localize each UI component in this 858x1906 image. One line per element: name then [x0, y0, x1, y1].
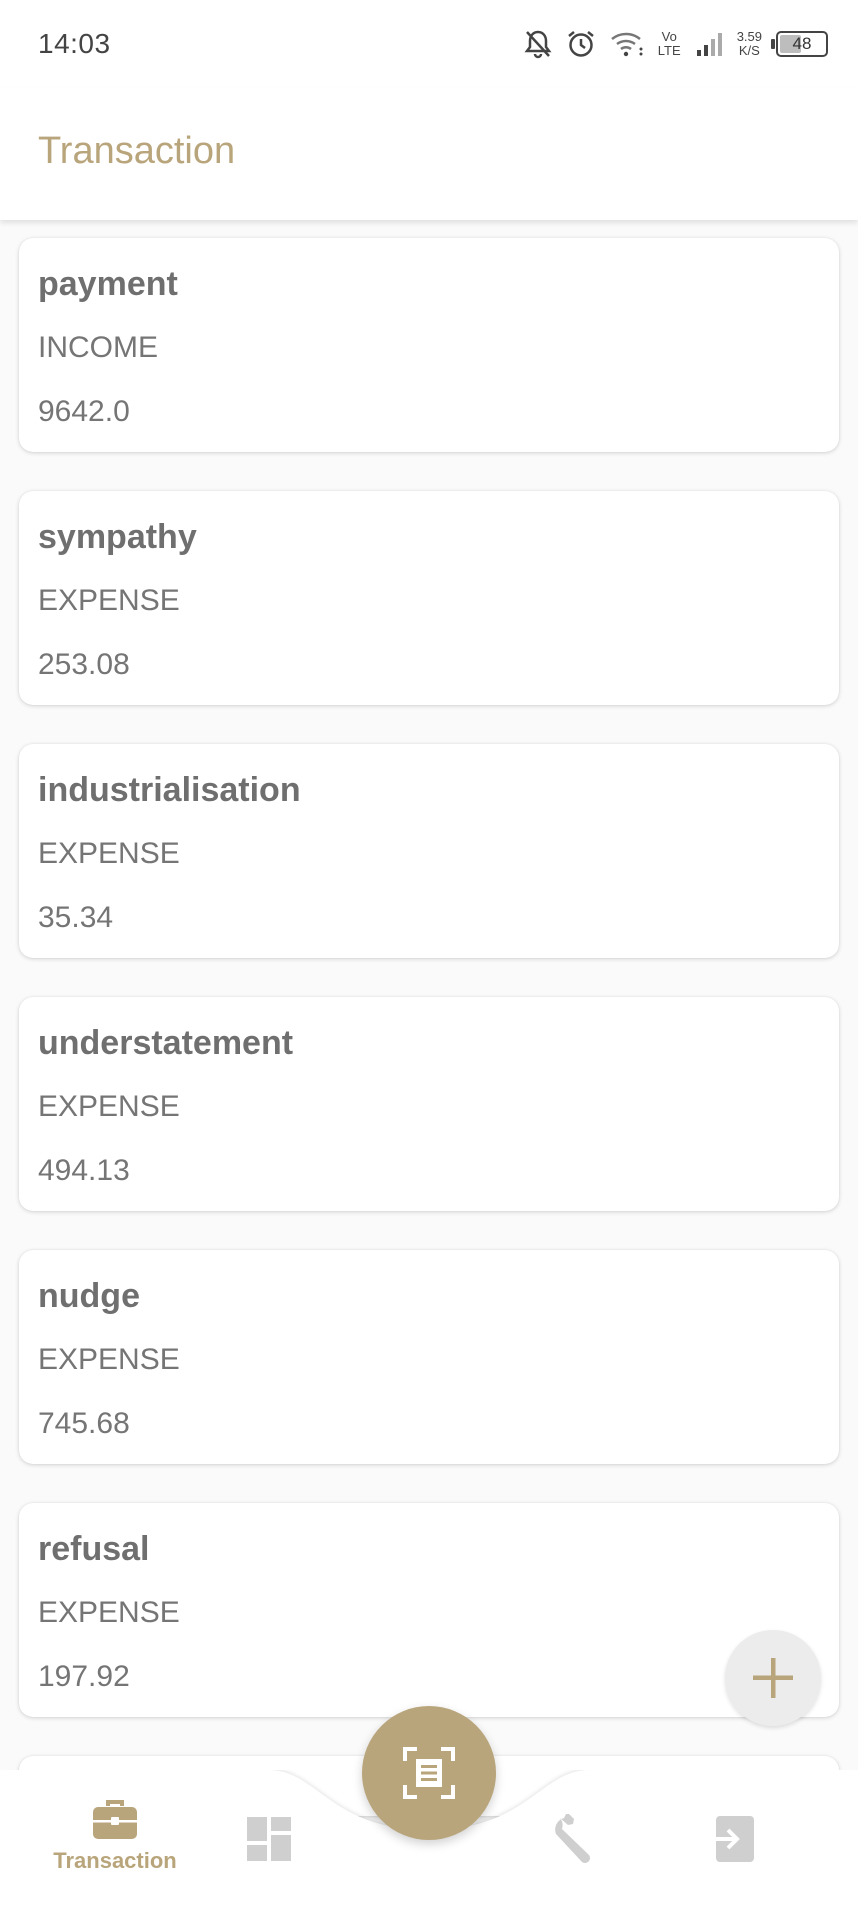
transaction-title: understatement [38, 1024, 294, 1062]
status-icons: Vo LTE 3.59 K/S 48 [524, 24, 828, 64]
nav-item-tools[interactable] [550, 1814, 606, 1868]
transaction-amount: 197.92 [38, 1660, 130, 1693]
volte-indicator: Vo LTE [658, 30, 681, 58]
signal-icon [696, 33, 722, 56]
scan-button[interactable] [362, 1706, 496, 1840]
volte-bottom: LTE [657, 43, 681, 58]
nav-item-logout[interactable] [712, 1814, 756, 1864]
transaction-list[interactable]: payment INCOME 9642.0 sympathy EXPENSE 2… [19, 238, 839, 1855]
transaction-amount: 35.34 [38, 901, 114, 934]
plus-icon [753, 1658, 793, 1698]
app-bar: Transaction [0, 88, 858, 220]
status-time: 14:03 [38, 28, 111, 59]
transaction-type: EXPENSE [38, 1090, 180, 1123]
transaction-amount: 9642.0 [38, 395, 130, 428]
page-title: Transaction [38, 130, 236, 172]
transaction-title: industrialisation [38, 771, 301, 809]
briefcase-icon [93, 1800, 137, 1839]
logout-icon [714, 1816, 754, 1862]
transaction-amount: 494.13 [38, 1154, 130, 1187]
alarm-icon [568, 31, 594, 57]
transaction-card[interactable]: understatement EXPENSE 494.13 [19, 997, 839, 1211]
nav-item-dashboard[interactable] [246, 1816, 292, 1862]
scan-document-icon [403, 1747, 455, 1799]
transaction-type: EXPENSE [38, 837, 180, 870]
transaction-amount: 253.08 [38, 648, 130, 681]
transaction-title: payment [38, 265, 178, 303]
network-speed-unit: K/S [738, 43, 760, 58]
transaction-card[interactable]: nudge EXPENSE 745.68 [19, 1250, 839, 1464]
wifi-icon [611, 32, 643, 57]
transaction-title: nudge [38, 1277, 140, 1315]
nav-label-transaction: Transaction [53, 1848, 177, 1873]
status-bar: 14:03 Vo LTE 3.59 K/S 48 [0, 0, 858, 88]
volte-top: Vo [661, 29, 677, 44]
network-speed-value: 3.59 [736, 29, 762, 44]
transaction-card[interactable]: sympathy EXPENSE 253.08 [19, 491, 839, 705]
bell-off-icon [524, 30, 552, 59]
screen: 14:03 Vo LTE 3.59 K/S 48 Transaction pay… [0, 0, 858, 1906]
battery-icon: 48 [771, 31, 828, 57]
transaction-card[interactable]: refusal EXPENSE 197.92 [19, 1503, 839, 1717]
nav-item-transaction[interactable]: Transaction [50, 1798, 180, 1874]
transaction-type: EXPENSE [38, 1596, 180, 1629]
transaction-title: sympathy [38, 518, 197, 556]
network-speed: 3.59 K/S [737, 30, 762, 58]
transaction-card[interactable]: payment INCOME 9642.0 [19, 238, 839, 452]
dashboard-icon [247, 1817, 291, 1861]
transaction-type: EXPENSE [38, 584, 180, 617]
transaction-type: INCOME [38, 331, 158, 364]
transaction-title: refusal [38, 1530, 150, 1568]
wrench-icon [555, 1814, 590, 1863]
transaction-amount: 745.68 [38, 1407, 130, 1440]
add-transaction-button[interactable] [725, 1630, 821, 1726]
transaction-type: EXPENSE [38, 1343, 180, 1376]
battery-level: 48 [792, 34, 812, 53]
transaction-card[interactable]: industrialisation EXPENSE 35.34 [19, 744, 839, 958]
